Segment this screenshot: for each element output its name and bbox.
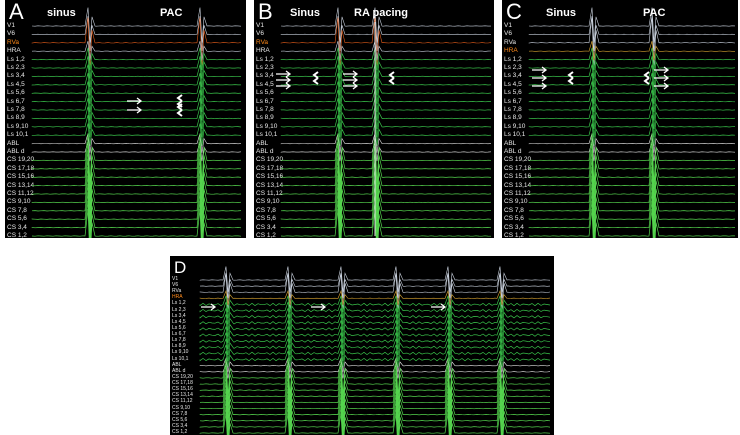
panel-label-b: B <box>258 0 273 24</box>
annotation-ra-pacing-b: RA pacing <box>354 7 408 19</box>
trace-abl <box>31 133 242 153</box>
trace-cs-1-2 <box>280 209 492 238</box>
tracings-c <box>528 7 736 238</box>
panel-label-c: C <box>506 0 522 24</box>
chevron-marker <box>643 71 650 85</box>
arrow-marker <box>276 70 292 78</box>
annotation-pac-c: PAC <box>643 7 666 19</box>
arrow-marker <box>127 106 143 114</box>
arrow-marker <box>343 82 359 90</box>
arrow-marker <box>127 97 143 105</box>
tracings-b <box>276 7 492 238</box>
panel-label-d: D <box>174 258 187 277</box>
trace-rva <box>528 17 736 66</box>
trace-abl-d <box>31 141 242 162</box>
tracings-a <box>31 7 242 238</box>
trace-rva <box>280 17 492 66</box>
trace-cs-5-6 <box>528 192 736 238</box>
trace-v6 <box>31 15 242 52</box>
trace-abl <box>280 133 492 153</box>
arrow-marker <box>532 74 548 82</box>
trace-abl <box>528 133 736 153</box>
panel-d: D V1 V6 RVa HRA Ls 1,2 Ls 2,3 Ls 3,4 Ls 4,5 Ls 5… <box>170 256 554 435</box>
trace-abl-d <box>528 141 736 162</box>
trace-cs-1-2 <box>31 209 242 238</box>
trace-cs-5-6 <box>280 192 492 238</box>
panel-a: A sinus PAC V1 V6 RVa HRA Ls 1,2 Ls 2,3 Ls 3,4… <box>5 0 246 238</box>
trace-v6 <box>528 15 736 52</box>
trace-rva <box>31 17 242 66</box>
arrow-marker <box>532 82 548 90</box>
trace-v6 <box>280 15 492 52</box>
annotation-sinus-a: sinus <box>47 7 76 19</box>
panel-c: C Sinus PAC V1 V6 RVa HRA Ls 1,2 Ls 2,3 Ls 3,4… <box>502 0 738 238</box>
panel-b: B Sinus RA pacing V1 V6 RVa HRA Ls 1,2 Ls 2,3… <box>254 0 494 238</box>
trace-hra <box>280 41 492 61</box>
trace-abl-d <box>280 141 492 162</box>
trace-hra <box>528 41 735 61</box>
chevron-marker <box>567 71 574 85</box>
arrow-marker <box>276 76 292 84</box>
trace-hra <box>31 41 242 61</box>
annotation-sinus-b: Sinus <box>290 7 320 19</box>
arrow-marker <box>276 82 292 90</box>
panel-label-a: A <box>9 0 24 24</box>
arrow-marker <box>343 76 359 84</box>
annotation-sinus-c: Sinus <box>546 7 576 19</box>
trace-cs-1-2 <box>528 209 736 238</box>
trace-cs-5-6 <box>31 192 242 238</box>
annotation-pac-a: PAC <box>160 7 183 19</box>
chevron-marker <box>312 71 319 85</box>
trace-cs-7-8 <box>528 183 736 236</box>
tracings-d <box>199 266 551 435</box>
chevron-marker <box>388 71 395 85</box>
